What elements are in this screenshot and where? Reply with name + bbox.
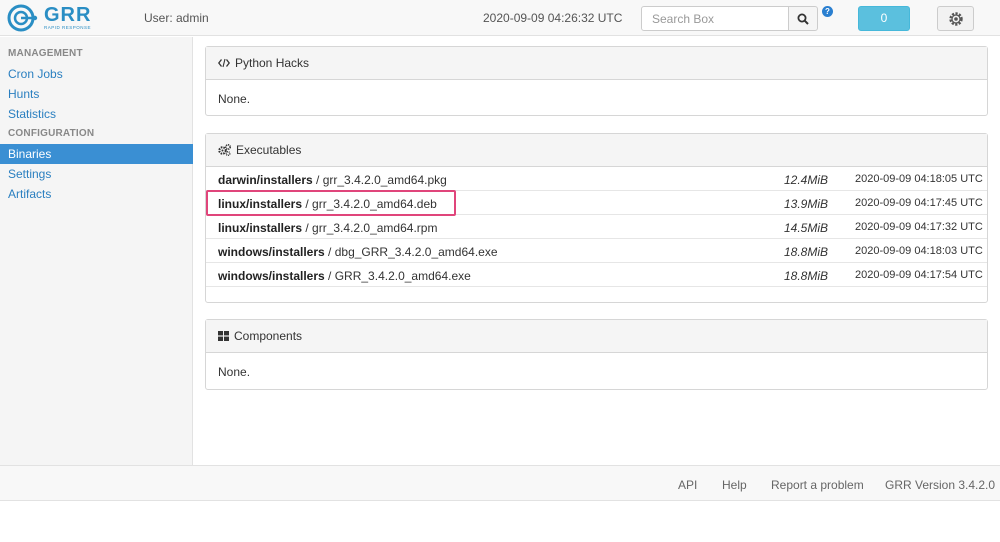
binary-file: grr_3.4.2.0_amd64.rpm (312, 221, 438, 235)
binary-file: dbg_GRR_3.4.2.0_amd64.exe (334, 245, 498, 259)
footer-api-link[interactable]: API (678, 478, 697, 492)
gears-icon (218, 144, 231, 156)
binary-size: 14.5MiB (784, 221, 829, 235)
binary-dir: linux/installers (218, 197, 303, 211)
components-title: Components (234, 329, 303, 343)
binary-size: 18.8MiB (784, 245, 829, 259)
grr-logo-icon (7, 4, 38, 32)
settings-button[interactable] (937, 6, 974, 31)
binary-row[interactable]: linux/installers / grr_3.4.2.0_amd64.rpm… (206, 215, 987, 239)
binary-date: 2020-09-09 04:17:32 UTC (855, 221, 983, 233)
th-large-icon (218, 331, 229, 341)
binary-size: 12.4MiB (784, 173, 829, 187)
search-help-icon[interactable]: ? (822, 6, 833, 17)
path-separator: / (302, 221, 313, 235)
binary-row[interactable]: linux/installers / grr_3.4.2.0_amd64.deb… (206, 191, 987, 215)
binary-dir: windows/installers (218, 245, 325, 259)
binary-size: 13.9MiB (784, 197, 829, 211)
sidebar-item-statistics[interactable]: Statistics (0, 104, 193, 124)
binary-path[interactable]: windows/installers / dbg_GRR_3.4.2.0_amd… (218, 245, 498, 259)
notifications-button[interactable]: 0 (858, 6, 910, 31)
sidebar-item-settings[interactable]: Settings (0, 164, 193, 184)
server-clock: 2020-09-09 04:26:32 UTC (483, 11, 623, 25)
components-body: None. (218, 365, 251, 379)
python-hacks-body: None. (218, 92, 251, 106)
sidebar-item-hunts[interactable]: Hunts (0, 84, 193, 104)
binary-date: 2020-09-09 04:18:03 UTC (855, 245, 983, 257)
binary-dir: windows/installers (218, 269, 325, 283)
binary-path[interactable]: darwin/installers / grr_3.4.2.0_amd64.pk… (218, 173, 447, 187)
configuration-heading: CONFIGURATION (8, 128, 95, 139)
executables-list: darwin/installers / grr_3.4.2.0_amd64.pk… (206, 167, 987, 287)
components-panel: Components None. (205, 319, 988, 390)
sidebar: MANAGEMENT Cron Jobs Hunts Statistics CO… (0, 37, 193, 465)
python-hacks-title: Python Hacks (235, 56, 310, 70)
logo-subtext: RAPID RESPONSE (44, 25, 92, 30)
binary-date: 2020-09-09 04:17:54 UTC (855, 269, 983, 281)
footer-report-link[interactable]: Report a problem (771, 478, 864, 492)
footer-help-link[interactable]: Help (722, 478, 747, 492)
footer: API Help Report a problem GRR Version 3.… (0, 465, 1000, 501)
binary-path[interactable]: windows/installers / GRR_3.4.2.0_amd64.e… (218, 269, 471, 283)
binary-dir: linux/installers (218, 221, 303, 235)
footer-version: GRR Version 3.4.2.0 (885, 478, 996, 492)
gear-icon (948, 11, 963, 26)
binary-row[interactable]: darwin/installers / grr_3.4.2.0_amd64.pk… (206, 167, 987, 191)
logo-text: GRR (44, 4, 92, 26)
binary-row[interactable]: windows/installers / dbg_GRR_3.4.2.0_amd… (206, 239, 987, 263)
binary-file: grr_3.4.2.0_amd64.pkg (322, 173, 447, 187)
search-button[interactable] (788, 6, 818, 31)
binary-path[interactable]: linux/installers / grr_3.4.2.0_amd64.deb (218, 197, 437, 211)
binary-size: 18.8MiB (784, 269, 829, 283)
sidebar-item-binaries[interactable]: Binaries (0, 144, 193, 164)
python-hacks-panel: Python Hacks None. (205, 46, 988, 116)
grr-logo[interactable]: GRR RAPID RESPONSE (6, 3, 106, 33)
executables-panel: Executables darwin/installers / grr_3.4.… (205, 133, 988, 303)
search-input[interactable] (641, 6, 789, 31)
path-separator: / (302, 197, 313, 211)
binary-dir: darwin/installers (218, 173, 313, 187)
path-separator: / (312, 173, 323, 187)
binary-date: 2020-09-09 04:18:05 UTC (855, 173, 983, 185)
binary-file: grr_3.4.2.0_amd64.deb (312, 197, 437, 211)
management-heading: MANAGEMENT (8, 48, 83, 59)
top-navbar: GRR RAPID RESPONSE User: admin 2020-09-0… (0, 0, 1000, 36)
executables-title: Executables (236, 143, 302, 157)
binary-date: 2020-09-09 04:17:45 UTC (855, 197, 983, 209)
code-icon (218, 58, 230, 68)
python-hacks-heading: Python Hacks (206, 47, 987, 80)
binary-file: GRR_3.4.2.0_amd64.exe (334, 269, 471, 283)
search-icon (797, 13, 809, 25)
components-heading: Components (206, 320, 987, 353)
executables-heading: Executables (206, 134, 987, 167)
path-separator: / (324, 269, 335, 283)
binary-row[interactable]: windows/installers / GRR_3.4.2.0_amd64.e… (206, 263, 987, 287)
sidebar-item-cron-jobs[interactable]: Cron Jobs (0, 64, 193, 84)
binary-path[interactable]: linux/installers / grr_3.4.2.0_amd64.rpm (218, 221, 437, 235)
user-label: User: admin (144, 11, 209, 25)
sidebar-item-artifacts[interactable]: Artifacts (0, 184, 193, 204)
path-separator: / (324, 245, 335, 259)
